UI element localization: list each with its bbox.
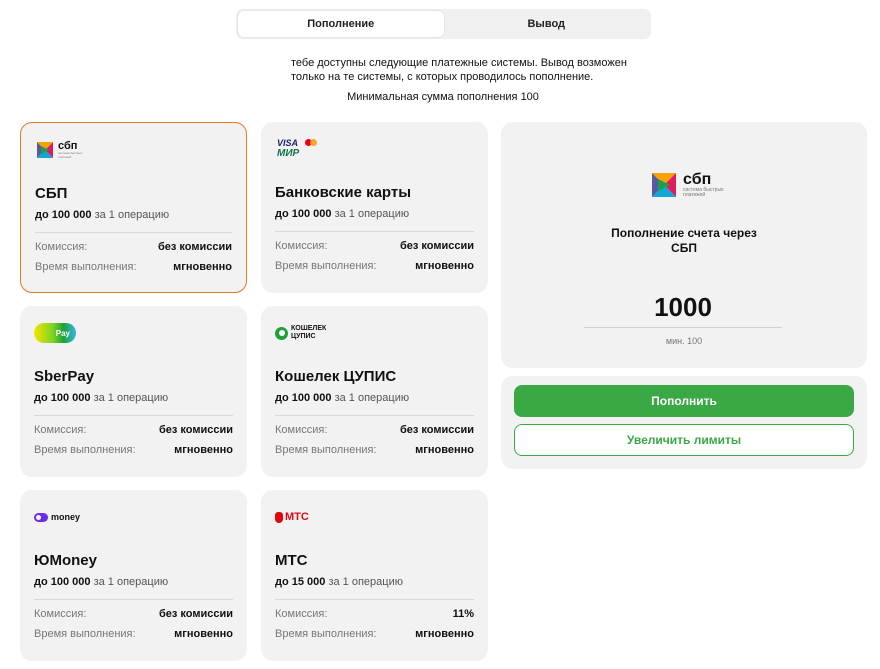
tab-withdraw[interactable]: Вывод xyxy=(444,11,650,37)
sbp-logo-icon: сбп система быстрых платежей xyxy=(649,170,724,200)
deposit-panel: сбп система быстрых платежей Пополнение … xyxy=(501,122,867,368)
actions-panel: Пополнить Увеличить лимиты xyxy=(501,376,867,469)
divider xyxy=(275,231,474,232)
time-row: Время выполнения: мгновенно xyxy=(275,260,474,272)
method-card-bank-cards[interactable]: VISA МИР Банковские карты до 100 000 за … xyxy=(261,122,488,293)
deposit-button[interactable]: Пополнить xyxy=(514,385,854,417)
payment-tabs: Пополнение Вывод xyxy=(236,9,651,39)
min-sum-text: Минимальная сумма пополнения 100 xyxy=(347,91,539,103)
method-limit: до 100 000 за 1 операцию xyxy=(34,576,169,588)
method-limit: до 100 000 за 1 операцию xyxy=(275,392,410,404)
panel-title: Пополнение счета через СБП xyxy=(611,226,757,255)
method-limit: до 100 000 за 1 операцию xyxy=(275,208,410,220)
divider xyxy=(34,599,233,600)
time-row: Время выполнения: мгновенно xyxy=(275,628,474,640)
yoomoney-logo-icon: money xyxy=(34,504,80,530)
commission-row: Комиссия: без комиссии xyxy=(275,424,474,436)
method-card-mts[interactable]: МТС МТС до 15 000 за 1 операцию Комиссия… xyxy=(261,490,488,661)
mts-logo-icon: МТС xyxy=(275,504,309,530)
method-name: ЮMoney xyxy=(34,552,97,569)
commission-row: Комиссия: 11% xyxy=(275,608,474,620)
method-name: Банковские карты xyxy=(275,184,412,201)
method-limit: до 100 000 за 1 операцию xyxy=(35,209,170,221)
method-card-yoomoney[interactable]: money ЮMoney до 100 000 за 1 операцию Ко… xyxy=(20,490,247,661)
sbp-logo-icon: сбп система быстрых платежей xyxy=(35,137,82,163)
method-name: Кошелек ЦУПИС xyxy=(275,368,397,385)
method-limit: до 15 000 за 1 операцию xyxy=(275,576,403,588)
method-name: СБП xyxy=(35,185,68,202)
time-row: Время выполнения: мгновенно xyxy=(35,261,232,273)
method-card-cupis[interactable]: КОШЕЛЕК ЦУПИС Кошелек ЦУПИС до 100 000 з… xyxy=(261,306,488,477)
info-line-1: тебе доступны следующие платежные систем… xyxy=(291,57,627,69)
method-name: МТС xyxy=(275,552,308,569)
tab-deposit[interactable]: Пополнение xyxy=(238,11,444,37)
time-row: Время выполнения: мгновенно xyxy=(34,444,233,456)
commission-row: Комиссия: без комиссии xyxy=(35,241,232,253)
divider xyxy=(34,415,233,416)
method-name: SberPay xyxy=(34,368,95,385)
sberpay-logo-icon: Pay xyxy=(34,320,76,346)
method-card-sberpay[interactable]: Pay SberPay до 100 000 за 1 операцию Ком… xyxy=(20,306,247,477)
method-card-sbp[interactable]: сбп система быстрых платежей СБП до 100 … xyxy=(20,122,247,293)
divider xyxy=(35,232,232,233)
divider xyxy=(275,599,474,600)
method-limit: до 100 000 за 1 операцию xyxy=(34,392,169,404)
info-line-2: только на те системы, с которых проводил… xyxy=(291,71,594,83)
commission-row: Комиссия: без комиссии xyxy=(34,608,233,620)
increase-limits-button[interactable]: Увеличить лимиты xyxy=(514,424,854,456)
commission-row: Комиссия: без комиссии xyxy=(275,240,474,252)
amount-input[interactable] xyxy=(584,288,782,328)
time-row: Время выполнения: мгновенно xyxy=(275,444,474,456)
cupis-logo-icon: КОШЕЛЕК ЦУПИС xyxy=(275,320,326,346)
visa-mir-logo-icon: VISA МИР xyxy=(275,136,319,162)
info-text: тебе доступны следующие платежные систем… xyxy=(291,56,651,84)
commission-row: Комиссия: без комиссии xyxy=(34,424,233,436)
divider xyxy=(275,415,474,416)
time-row: Время выполнения: мгновенно xyxy=(34,628,233,640)
min-amount-hint: мин. 100 xyxy=(665,336,703,346)
